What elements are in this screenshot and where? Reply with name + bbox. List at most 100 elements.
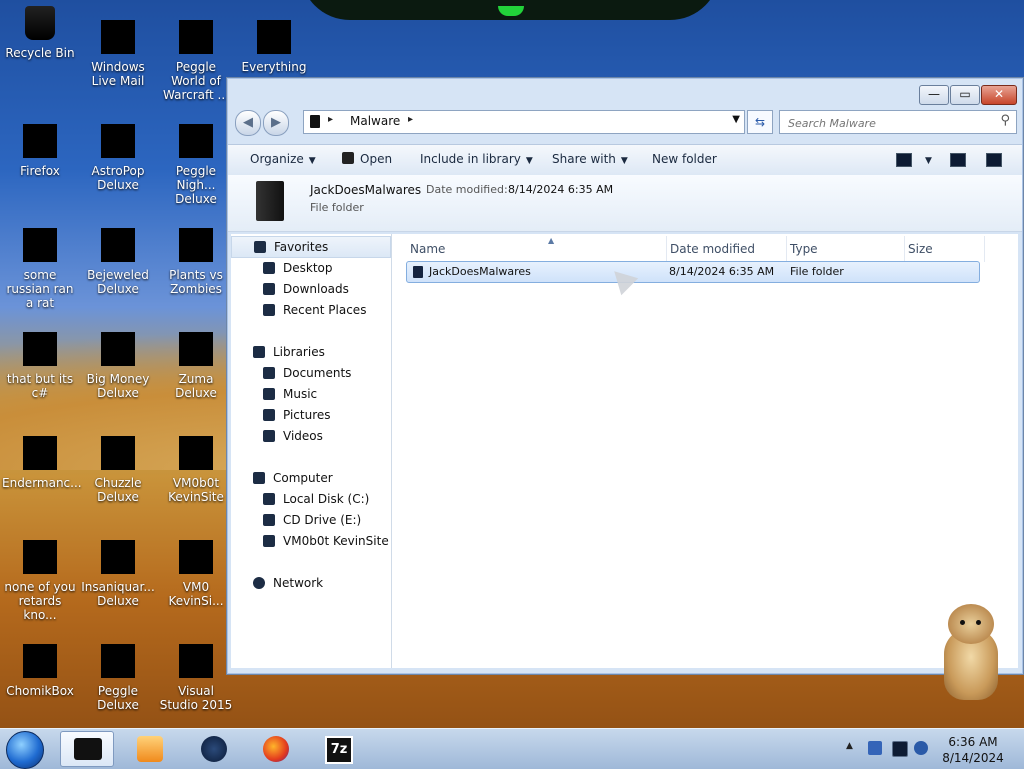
show-hidden-icons-button[interactable]: ▲ xyxy=(846,741,853,751)
column-header-size[interactable]: Size xyxy=(908,236,985,262)
nav-cd-drive[interactable]: CD Drive (E:) xyxy=(231,510,391,530)
desktop-icon-label: that but its c# xyxy=(6,372,74,400)
new-folder-button[interactable]: New folder xyxy=(652,152,717,166)
desktop-icon-some-russian[interactable]: some russian ran a rat xyxy=(2,228,78,310)
tray-network-icon[interactable] xyxy=(914,741,928,755)
star-icon xyxy=(254,241,266,253)
nav-label: Favorites xyxy=(274,240,329,254)
desktop-icon-plants-vs-zombies[interactable]: Plants vs Zombies xyxy=(158,228,234,296)
minimize-button[interactable]: — xyxy=(919,85,949,105)
desktop-icon-chuzzle[interactable]: Chuzzle Deluxe xyxy=(80,436,156,504)
nav-downloads[interactable]: Downloads xyxy=(231,279,391,299)
app-icon xyxy=(23,332,57,366)
back-button[interactable]: ◀ xyxy=(235,110,261,136)
desktop-icon-firefox[interactable]: Firefox xyxy=(2,124,78,178)
nav-label: Computer xyxy=(273,471,333,485)
column-header-date-modified[interactable]: Date modified xyxy=(670,236,787,262)
nav-local-disk[interactable]: Local Disk (C:) xyxy=(231,489,391,509)
breadcrumb-malware[interactable]: Malware xyxy=(350,114,400,128)
address-bar[interactable]: ▸ Malware ▸ ▼ xyxy=(303,110,745,134)
desktop-icon-vm0b0t-kevinsite[interactable]: VM0b0t KevinSite xyxy=(158,436,234,504)
media-player-icon xyxy=(137,736,163,762)
computer-icon xyxy=(253,472,265,484)
refresh-button[interactable]: ⇆ xyxy=(747,110,773,134)
organize-button[interactable]: Organize ▼ xyxy=(250,152,316,166)
desktop-icon-vm0-kevinsite[interactable]: VM0 KevinSi... xyxy=(158,540,234,608)
nav-libraries[interactable]: Libraries xyxy=(231,342,391,362)
network-icon xyxy=(253,577,265,589)
game-icon xyxy=(101,332,135,366)
views-dropdown[interactable]: ▼ xyxy=(920,152,932,166)
nav-network[interactable]: Network xyxy=(231,573,391,593)
nav-recent-places[interactable]: Recent Places xyxy=(231,300,391,320)
close-button[interactable]: ✕ xyxy=(981,85,1017,105)
search-input[interactable] xyxy=(786,113,990,133)
nav-label: Local Disk (C:) xyxy=(283,492,370,506)
desktop-icon-label: Visual Studio 2015 xyxy=(159,684,233,712)
taskbar-app-7zip[interactable]: 7z xyxy=(310,731,364,767)
desktop-icon-recycle-bin[interactable]: Recycle Bin xyxy=(2,6,78,60)
row-type: File folder xyxy=(790,265,844,278)
column-header-type[interactable]: Type xyxy=(790,236,905,262)
desktop-icon-astropop[interactable]: AstroPop Deluxe xyxy=(80,124,156,192)
desktop-icon-visual-studio[interactable]: Visual Studio 2015 xyxy=(158,644,234,712)
desktop-icon-chomikbox[interactable]: ChomikBox xyxy=(2,644,78,698)
desktop-icon-zuma[interactable]: Zuma Deluxe xyxy=(158,332,234,400)
desktop-icon-peggle-deluxe[interactable]: Peggle Deluxe xyxy=(80,644,156,712)
desktop-icon-label: Big Money Deluxe xyxy=(86,372,150,400)
views-icon[interactable] xyxy=(896,153,912,167)
taskbar-app-firefox[interactable] xyxy=(248,731,302,767)
preview-pane-icon[interactable] xyxy=(950,153,966,167)
app-icon xyxy=(179,436,213,470)
nav-videos[interactable]: Videos xyxy=(231,426,391,446)
maximize-button[interactable]: ▭ xyxy=(950,85,980,105)
videos-icon xyxy=(263,430,275,442)
taskbar-app-globe[interactable] xyxy=(186,731,240,767)
desktop-icon-none-of-you[interactable]: none of you retards kno... xyxy=(2,540,78,622)
game-icon xyxy=(179,228,213,262)
mail-icon xyxy=(101,20,135,54)
help-icon[interactable] xyxy=(986,153,1002,167)
desktop-icon-peggle-wow[interactable]: Peggle World of Warcraft ... xyxy=(158,20,234,102)
table-row[interactable]: JackDoesMalwares 8/14/2024 6:35 AM File … xyxy=(406,261,980,283)
start-button[interactable] xyxy=(6,731,44,769)
desktop-icon-endermanc[interactable]: Endermanc... xyxy=(2,436,82,490)
nav-favorites[interactable]: Favorites xyxy=(231,236,391,258)
hamster-head xyxy=(948,604,994,644)
desktop-icon-peggle-nights[interactable]: Peggle Nigh... Deluxe xyxy=(158,124,234,206)
search-box[interactable]: ⚲ xyxy=(779,110,1017,134)
nav-desktop[interactable]: Desktop xyxy=(231,258,391,278)
nav-computer[interactable]: Computer xyxy=(231,468,391,488)
share-with-button[interactable]: Share with ▼ xyxy=(552,152,628,166)
desktop-icon-everything[interactable]: Everything xyxy=(236,20,312,74)
desktop-icon-bejeweled[interactable]: Bejeweled Deluxe xyxy=(80,228,156,296)
open-button[interactable]: Open xyxy=(342,152,392,166)
desktop-icon xyxy=(263,262,275,274)
chevron-down-icon: ▼ xyxy=(308,156,316,166)
nav-pictures[interactable]: Pictures xyxy=(231,405,391,425)
column-header-name[interactable]: Name ▲ xyxy=(410,236,667,262)
breadcrumb-separator: ▸ xyxy=(408,114,414,125)
taskbar-app-media-player[interactable] xyxy=(122,731,176,767)
desktop-icon-that-but-csharp[interactable]: that but its c# xyxy=(2,332,78,400)
forward-button[interactable]: ▶ xyxy=(263,110,289,136)
desktop-icon-label: Peggle Nigh... Deluxe xyxy=(175,164,217,206)
column-label: Type xyxy=(790,242,818,256)
desktop-icon-insaniquarium[interactable]: Insaniquar... Deluxe xyxy=(80,540,156,608)
nav-label: Desktop xyxy=(283,261,333,275)
chevron-down-icon[interactable]: ▼ xyxy=(732,114,740,125)
nav-label: VM0b0t KevinSite xyxy=(283,534,389,548)
game-icon xyxy=(101,228,135,262)
desktop-icon-windows-live-mail[interactable]: Windows Live Mail xyxy=(80,20,156,88)
tray-app-icon[interactable] xyxy=(868,741,882,755)
nav-music[interactable]: Music xyxy=(231,384,391,404)
desktop-icon-big-money[interactable]: Big Money Deluxe xyxy=(80,332,156,400)
system-clock[interactable]: 6:36 AM 8/14/2024 xyxy=(930,734,1016,766)
include-in-library-button[interactable]: Include in library ▼ xyxy=(420,152,533,166)
desktop-icon-label: Peggle Deluxe xyxy=(97,684,139,712)
nav-documents[interactable]: Documents xyxy=(231,363,391,383)
taskbar-app-explorer[interactable] xyxy=(60,731,114,767)
details-date-label: Date modified: xyxy=(426,183,508,196)
tray-display-icon[interactable] xyxy=(892,741,908,757)
nav-vm-site[interactable]: VM0b0t KevinSite xyxy=(231,531,391,551)
